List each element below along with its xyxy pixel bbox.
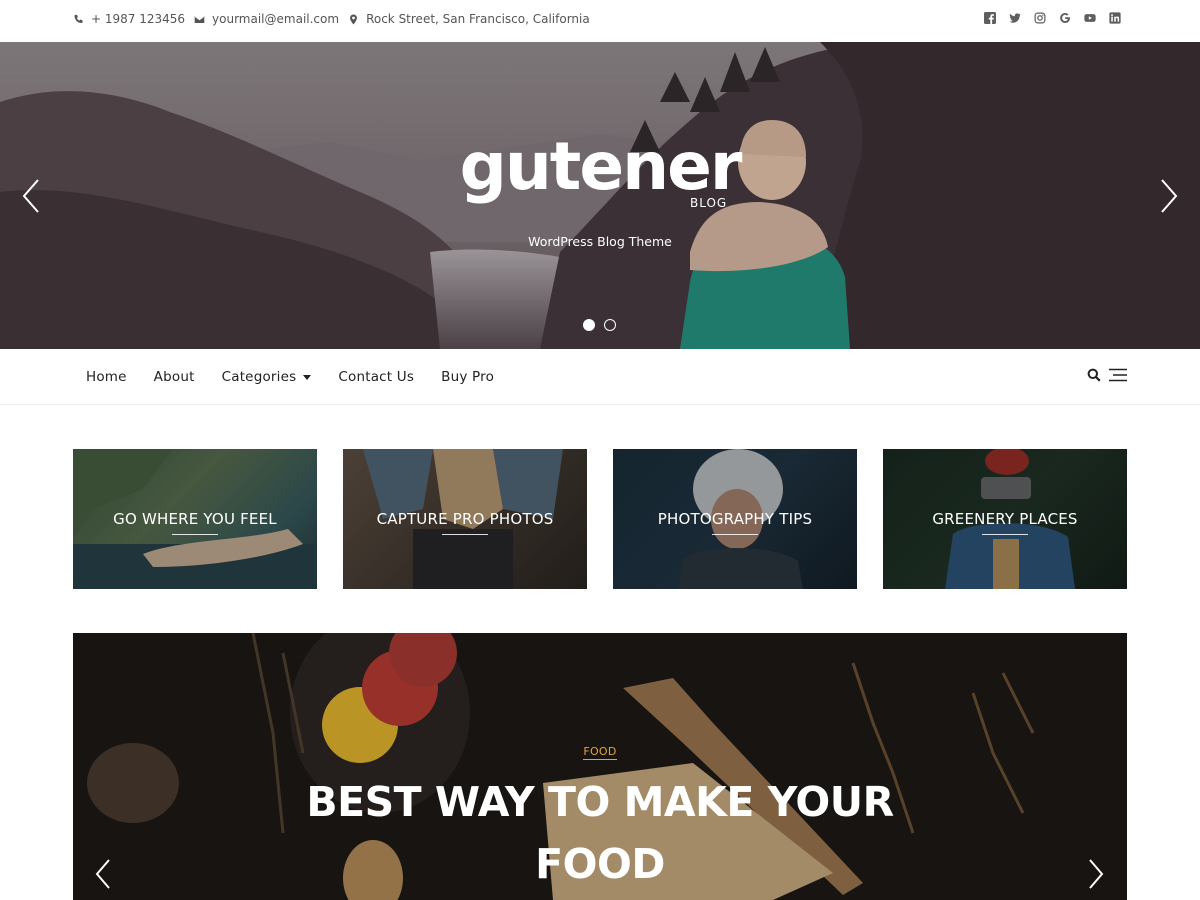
top-bar: + 1987 123456 yourmail@email.com Rock St…	[0, 0, 1200, 42]
email-address: yourmail@email.com	[212, 12, 340, 26]
tile-label: GO WHERE YOU FEEL	[113, 510, 277, 528]
youtube-icon[interactable]	[1084, 12, 1096, 24]
nav-tools	[1087, 368, 1127, 382]
nav-item-about[interactable]: About	[154, 369, 195, 385]
hero-dot-1[interactable]	[583, 319, 595, 331]
email-contact[interactable]: yourmail@email.com	[194, 12, 339, 26]
featured-next-arrow-icon[interactable]	[1087, 858, 1105, 890]
category-link[interactable]: FOOD	[583, 745, 617, 760]
phone-number: + 1987 123456	[91, 12, 186, 26]
category-tile[interactable]: PHOTOGRAPHY TIPS	[613, 449, 857, 589]
tile-label: PHOTOGRAPHY TIPS	[657, 510, 813, 528]
facebook-icon[interactable]	[984, 12, 996, 24]
nav-label-buy-pro: Buy Pro	[441, 369, 495, 385]
hero-pagination	[583, 319, 625, 331]
category-tiles: GO WHERE YOU FEEL CAPTURE PRO PHOTOS PHO…	[73, 449, 1127, 589]
social-links	[971, 12, 1121, 24]
tile-divider	[712, 534, 758, 535]
logo-subtitle: BLOG	[690, 196, 728, 210]
nav-item-buy-pro[interactable]: Buy Pro	[441, 369, 494, 385]
category-tile[interactable]: GREENERY PLACES	[883, 449, 1127, 589]
caret-down-icon	[303, 374, 312, 380]
contact-info: + 1987 123456 yourmail@email.com Rock St…	[73, 0, 599, 38]
hero-slider: gutener BLOG WordPress Blog Theme	[0, 42, 1200, 349]
tile-label: GREENERY PLACES	[932, 510, 1078, 528]
menu: Home About Categories Contact Us Buy Pro	[86, 349, 521, 405]
address-text: Rock Street, San Francisco, California	[366, 12, 590, 26]
instagram-icon[interactable]	[1034, 12, 1046, 24]
main-navigation: Home About Categories Contact Us Buy Pro	[0, 349, 1200, 405]
tile-label: CAPTURE PRO PHOTOS	[376, 510, 554, 528]
nav-item-contact-us[interactable]: Contact Us	[338, 369, 414, 385]
nav-label-contact-us: Contact Us	[338, 369, 415, 385]
category-tile[interactable]: GO WHERE YOU FEEL	[73, 449, 317, 589]
site-logo[interactable]: gutener BLOG	[0, 134, 1200, 211]
nav-item-categories[interactable]: Categories	[222, 369, 312, 385]
envelope-icon	[194, 15, 205, 23]
hamburger-menu-icon[interactable]	[1109, 368, 1127, 382]
hero-prev-arrow-icon[interactable]	[21, 178, 41, 214]
address-contact: Rock Street, San Francisco, California	[348, 12, 590, 26]
hero-dot-2[interactable]	[604, 319, 616, 331]
featured-post-slider: FOOD BEST WAY TO MAKE YOUR FOOD	[73, 633, 1127, 900]
tile-divider	[172, 534, 218, 535]
nav-label-home: Home	[86, 369, 127, 385]
twitter-icon[interactable]	[1009, 12, 1021, 24]
tile-divider	[982, 534, 1028, 535]
hero-next-arrow-icon[interactable]	[1159, 178, 1179, 214]
featured-category: FOOD	[73, 740, 1127, 760]
site-tagline: WordPress Blog Theme	[528, 234, 672, 249]
featured-prev-arrow-icon[interactable]	[94, 858, 112, 890]
logo-wordmark: gutener	[459, 128, 743, 205]
nav-item-home[interactable]: Home	[86, 369, 127, 385]
nav-label-categories: Categories	[221, 369, 297, 385]
category-tile[interactable]: CAPTURE PRO PHOTOS	[343, 449, 587, 589]
phone-icon	[74, 14, 83, 23]
phone-contact[interactable]: + 1987 123456	[73, 12, 185, 26]
google-icon[interactable]	[1059, 12, 1071, 24]
nav-label-about: About	[153, 369, 195, 385]
tile-divider	[442, 534, 488, 535]
featured-title[interactable]: BEST WAY TO MAKE YOUR FOOD	[300, 771, 900, 895]
search-icon[interactable]	[1087, 368, 1101, 382]
map-pin-icon	[350, 14, 357, 24]
linkedin-icon[interactable]	[1109, 12, 1121, 24]
